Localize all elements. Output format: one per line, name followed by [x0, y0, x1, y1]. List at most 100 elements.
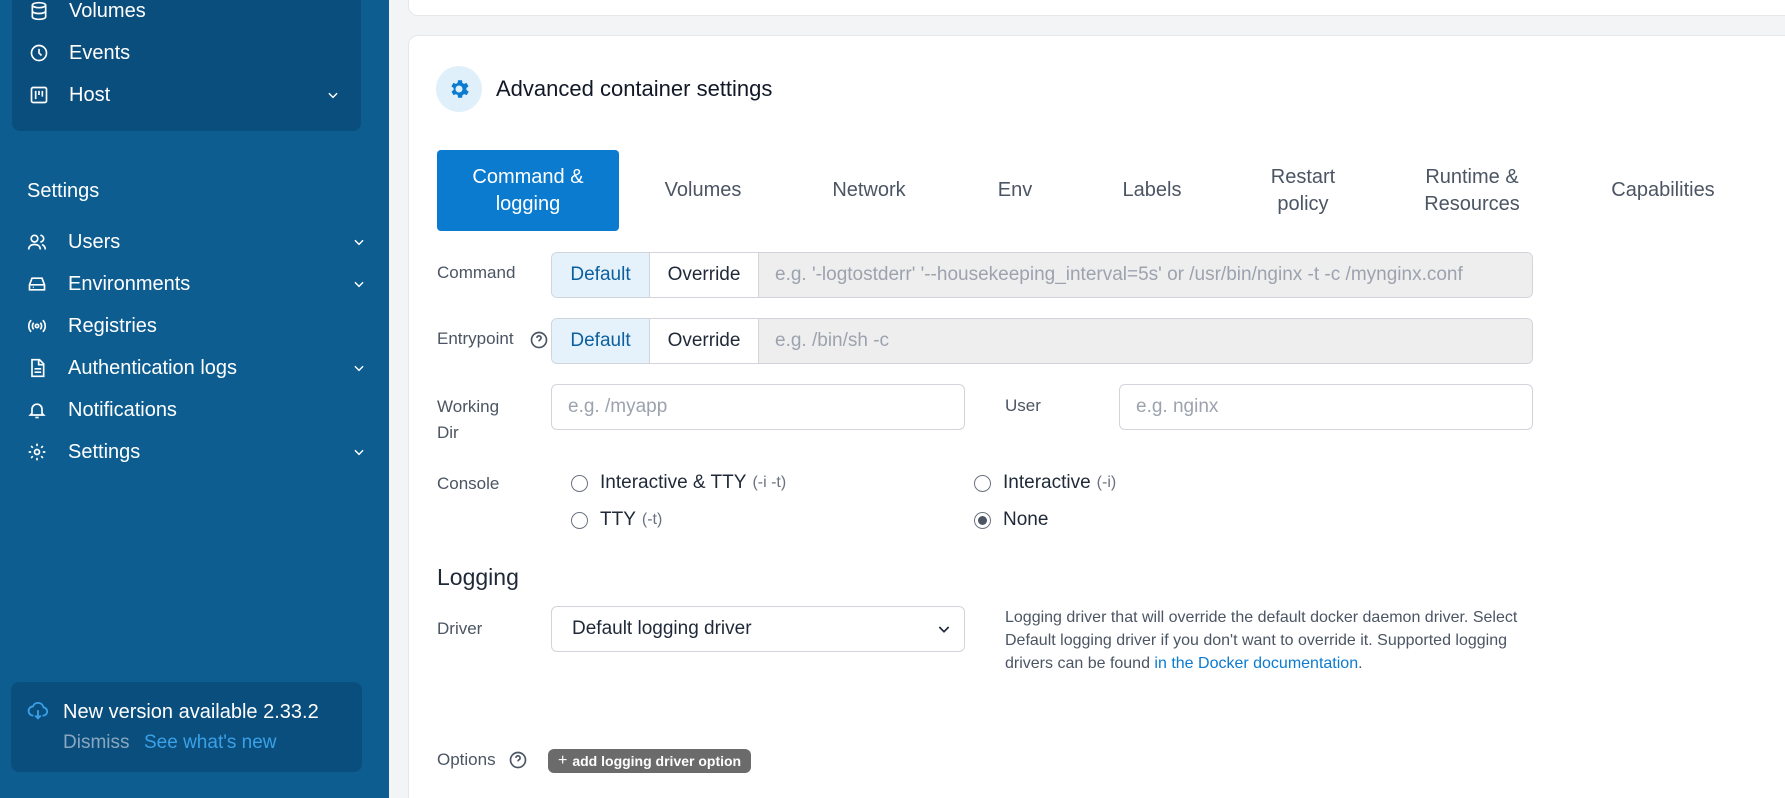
- plus-icon: +: [558, 752, 568, 769]
- settings-section-title: Settings: [27, 180, 100, 202]
- radio-icon: [26, 315, 48, 337]
- radio-circle: [571, 511, 588, 529]
- tab-restart-policy[interactable]: Restart policy: [1255, 150, 1351, 231]
- working-dir-input[interactable]: [551, 384, 965, 430]
- entrypoint-segment: Default Override: [551, 318, 1533, 364]
- tab-capabilities[interactable]: Capabilities: [1600, 150, 1726, 231]
- driver-label: Driver: [437, 619, 483, 638]
- chevron-down-icon: [936, 621, 952, 637]
- sidebar-item-label: Events: [69, 41, 131, 64]
- tab-label: Runtime & Resources: [1424, 165, 1520, 215]
- chevron-down-icon[interactable]: [351, 234, 367, 250]
- cloud-download-icon: [27, 700, 51, 724]
- board-icon: [28, 84, 50, 106]
- users-icon: [26, 231, 48, 253]
- console-option-tty[interactable]: TTY (-t): [571, 509, 662, 531]
- file-icon: [26, 357, 48, 379]
- option-label: Interactive & TTY: [600, 472, 747, 493]
- gear-icon: [26, 441, 48, 463]
- gear-icon: [436, 66, 482, 112]
- sidebar-item-label: Users: [68, 230, 121, 253]
- option-label: Interactive: [1003, 472, 1091, 493]
- update-notice: New version available 2.33.2 Dismiss See…: [11, 682, 362, 772]
- clock-icon: [28, 42, 50, 64]
- update-title: New version available 2.33.2: [63, 701, 319, 723]
- help-icon[interactable]: [529, 330, 549, 350]
- command-segment: Default Override: [551, 252, 1533, 298]
- logging-driver-description: Logging driver that will override the de…: [1005, 606, 1525, 675]
- entrypoint-default-button[interactable]: Default: [552, 319, 649, 363]
- docker-documentation-link[interactable]: in the Docker documentation: [1154, 655, 1358, 672]
- sidebar-item-volumes[interactable]: Volumes: [12, 0, 361, 31]
- sidebar: Volumes Events Host Settings Users Envir…: [0, 0, 389, 798]
- command-default-button[interactable]: Default: [552, 253, 649, 297]
- sidebar-item-label: Host: [69, 83, 111, 106]
- description-end: .: [1358, 655, 1363, 672]
- tab-runtime-resources[interactable]: Runtime & Resources: [1412, 150, 1532, 231]
- console-option-none[interactable]: None: [974, 509, 1048, 531]
- sidebar-item-label: Notifications: [68, 398, 177, 421]
- sidebar-item-label: Environments: [68, 272, 191, 295]
- options-label: Options: [437, 750, 496, 769]
- sidebar-item-registries[interactable]: Registries: [0, 306, 389, 346]
- sidebar-item-events[interactable]: Events: [12, 33, 361, 73]
- sidebar-item-label: Settings: [68, 440, 141, 463]
- add-logging-driver-option-button[interactable]: + add logging driver option: [548, 749, 752, 773]
- option-hint: (-i -t): [752, 474, 787, 491]
- docker-nav-group: Volumes Events Host: [12, 0, 361, 131]
- logging-heading: Logging: [437, 564, 519, 590]
- bell-icon: [26, 399, 48, 421]
- user-label: User: [1005, 396, 1041, 415]
- card-title: Advanced container settings: [496, 76, 773, 101]
- tab-label: Capabilities: [1611, 179, 1715, 201]
- previous-card: [408, 0, 1785, 16]
- radio-circle: [571, 474, 588, 492]
- tab-label: Env: [997, 179, 1033, 201]
- tab-volumes[interactable]: Volumes: [651, 150, 755, 231]
- tab-label: Network: [832, 179, 906, 201]
- command-input[interactable]: [758, 253, 1532, 297]
- tab-labels[interactable]: Labels: [1110, 150, 1194, 231]
- option-hint: (-t): [641, 511, 663, 528]
- logging-driver-select[interactable]: Default logging driver: [551, 606, 965, 652]
- chevron-down-icon[interactable]: [351, 444, 367, 460]
- sidebar-item-label: Registries: [68, 314, 157, 337]
- sidebar-item-environments[interactable]: Environments: [0, 264, 389, 304]
- command-override-button[interactable]: Override: [649, 253, 758, 297]
- tab-network[interactable]: Network: [820, 150, 918, 231]
- tab-env[interactable]: Env: [980, 150, 1050, 231]
- sidebar-item-label: Volumes: [69, 0, 146, 22]
- working-dir-label: Working Dir: [437, 397, 500, 442]
- entrypoint-override-button[interactable]: Override: [649, 319, 758, 363]
- entrypoint-label: Entrypoint: [437, 329, 514, 348]
- sidebar-item-notifications[interactable]: Notifications: [0, 390, 389, 430]
- button-label: add logging driver option: [572, 753, 742, 769]
- dismiss-link[interactable]: Dismiss: [63, 732, 130, 754]
- select-value: Default logging driver: [572, 618, 752, 639]
- hard-drive-icon: [26, 273, 48, 295]
- option-label: None: [1003, 509, 1049, 530]
- sidebar-item-users[interactable]: Users: [0, 222, 389, 262]
- sidebar-item-settings[interactable]: Settings: [0, 432, 389, 472]
- chevron-down-icon[interactable]: [325, 87, 341, 103]
- sidebar-item-authentication-logs[interactable]: Authentication logs: [0, 348, 389, 388]
- user-input[interactable]: [1119, 384, 1533, 430]
- whats-new-link[interactable]: See what's new: [144, 732, 276, 754]
- tab-label: Command & logging: [472, 165, 584, 215]
- radio-circle: [974, 474, 991, 492]
- tab-command-logging[interactable]: Command & logging: [437, 150, 619, 231]
- console-option-interactive-tty[interactable]: Interactive & TTY (-i -t): [571, 472, 786, 494]
- tab-label: Labels: [1122, 179, 1182, 201]
- chevron-down-icon[interactable]: [351, 276, 367, 292]
- console-option-interactive[interactable]: Interactive (-i): [974, 472, 1116, 494]
- sidebar-item-label: Authentication logs: [68, 356, 238, 379]
- option-label: TTY: [600, 509, 636, 530]
- option-hint: (-i): [1096, 474, 1117, 491]
- tab-label: Restart policy: [1270, 165, 1336, 215]
- help-icon[interactable]: [508, 750, 528, 770]
- radio-circle-selected: [974, 511, 991, 529]
- entrypoint-input[interactable]: [758, 319, 1532, 363]
- tab-label: Volumes: [664, 179, 742, 201]
- chevron-down-icon[interactable]: [351, 360, 367, 376]
- sidebar-item-host[interactable]: Host: [12, 75, 361, 115]
